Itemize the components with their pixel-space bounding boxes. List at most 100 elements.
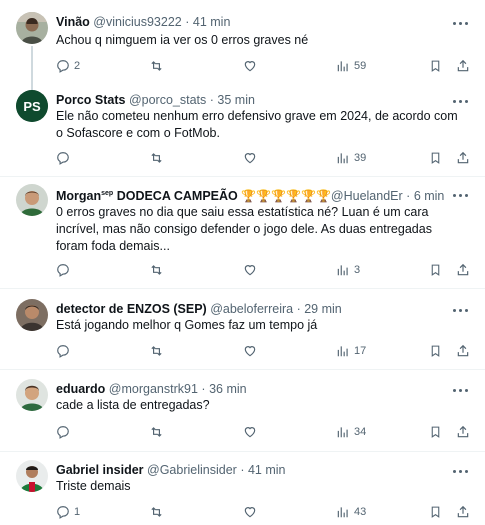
- retweet-icon: [151, 265, 162, 275]
- author-name[interactable]: Gabriel insider: [56, 463, 144, 477]
- share-button[interactable]: [456, 341, 470, 361]
- avatar-gabriel-insider[interactable]: [16, 460, 48, 492]
- author-handle[interactable]: @abeloferreira: [210, 302, 293, 316]
- author-name[interactable]: Vinão: [56, 15, 90, 29]
- more-icon[interactable]: [453, 16, 469, 30]
- tweet-header: Vinão @vinicius93222 · 41 min: [56, 12, 445, 32]
- like-icon: [244, 346, 256, 357]
- more-icon[interactable]: [453, 383, 469, 397]
- svg-text:PS: PS: [23, 99, 41, 114]
- share-button[interactable]: [456, 148, 470, 168]
- author-name[interactable]: Morgansep DODECA CAMPEÃO: [56, 189, 238, 203]
- reply-icon: [57, 345, 69, 358]
- share-button[interactable]: [456, 56, 470, 76]
- more-icon[interactable]: [453, 464, 469, 478]
- retweet-button[interactable]: [149, 341, 164, 361]
- views-icon: [337, 265, 348, 276]
- author-handle[interactable]: @Gabrielinsider: [147, 463, 237, 477]
- bookmark-icon: [431, 506, 440, 518]
- retweet-button[interactable]: [149, 422, 164, 442]
- trophy-emojis: 🏆🏆🏆🏆🏆🏆: [241, 189, 331, 204]
- retweet-button[interactable]: [149, 56, 164, 76]
- like-button[interactable]: [243, 260, 257, 280]
- author-name[interactable]: detector de ENZOS (SEP): [56, 302, 207, 316]
- like-button[interactable]: [243, 341, 257, 361]
- like-button[interactable]: [243, 56, 257, 76]
- views-button[interactable]: 17: [336, 341, 366, 361]
- timestamp[interactable]: 41 min: [193, 15, 231, 29]
- reply-button[interactable]: 1: [56, 502, 80, 522]
- views-button[interactable]: 34: [336, 422, 366, 442]
- timestamp[interactable]: 36 min: [209, 382, 247, 396]
- like-button[interactable]: [243, 502, 257, 522]
- reply-button[interactable]: 2: [56, 56, 80, 76]
- avatar-porco-stats[interactable]: PS: [16, 90, 48, 122]
- retweet-button[interactable]: [149, 260, 164, 280]
- tweet-header: eduardo @morganstrk91 · 36 min: [56, 379, 445, 399]
- divider: [0, 451, 485, 452]
- reply-button[interactable]: [56, 148, 70, 168]
- action-bar: 39: [56, 148, 471, 168]
- share-icon: [457, 505, 469, 518]
- share-icon: [457, 344, 469, 357]
- avatar-vinao[interactable]: [16, 12, 48, 44]
- reply-button[interactable]: [56, 260, 70, 280]
- author-handle[interactable]: @vinicius93222: [93, 15, 181, 29]
- retweet-button[interactable]: [149, 502, 164, 522]
- separator: ·: [209, 93, 214, 107]
- more-icon[interactable]: [453, 303, 469, 317]
- share-button[interactable]: [456, 422, 470, 442]
- views-button[interactable]: 39: [336, 148, 366, 168]
- like-icon: [244, 61, 256, 72]
- author-name[interactable]: Porco Stats: [56, 93, 125, 107]
- tweet-header: Porco Stats @porco_stats · 35 min: [56, 90, 445, 110]
- views-button[interactable]: 59: [336, 56, 366, 76]
- bookmark-button[interactable]: [429, 422, 442, 442]
- reply-icon: [57, 60, 69, 73]
- timestamp[interactable]: 41 min: [248, 463, 286, 477]
- reply-count: 1: [74, 506, 81, 518]
- retweet-icon: [151, 153, 162, 163]
- views-button[interactable]: 43: [336, 502, 366, 522]
- bookmark-button[interactable]: [429, 341, 442, 361]
- views-button[interactable]: 3: [336, 260, 360, 280]
- retweet-icon: [151, 507, 162, 517]
- like-button[interactable]: [243, 148, 257, 168]
- user-photo-icon: [16, 299, 48, 331]
- tweet-text: cade a lista de entregadas?: [56, 398, 210, 412]
- like-icon: [244, 507, 256, 518]
- author-name[interactable]: eduardo: [56, 382, 105, 396]
- reply-button[interactable]: [56, 341, 70, 361]
- reply-icon: [57, 506, 69, 519]
- retweet-button[interactable]: [149, 148, 164, 168]
- bookmark-button[interactable]: [429, 148, 442, 168]
- timestamp[interactable]: 35 min: [217, 93, 255, 107]
- reply-button[interactable]: [56, 422, 70, 442]
- avatar-eduardo[interactable]: [16, 379, 48, 411]
- more-icon[interactable]: [453, 94, 469, 108]
- action-bar: 3: [56, 260, 471, 280]
- action-bar: 34: [56, 422, 471, 442]
- bookmark-icon: [431, 264, 440, 276]
- share-icon: [457, 425, 469, 438]
- bookmark-icon: [431, 426, 440, 438]
- timestamp[interactable]: 6 min: [414, 189, 445, 203]
- user-photo-icon: [16, 12, 48, 44]
- more-icon[interactable]: [453, 188, 469, 202]
- author-handle[interactable]: @morganstrk91: [109, 382, 198, 396]
- timestamp[interactable]: 29 min: [304, 302, 342, 316]
- share-button[interactable]: [456, 260, 470, 280]
- retweet-icon: [151, 427, 162, 437]
- tweet-text: Ele não cometeu nenhum erro defensivo gr…: [56, 109, 458, 140]
- reply-icon: [57, 152, 69, 165]
- avatar-detector-de-enzos[interactable]: [16, 299, 48, 331]
- like-button[interactable]: [243, 422, 257, 442]
- bookmark-button[interactable]: [429, 56, 442, 76]
- bookmark-button[interactable]: [429, 502, 442, 522]
- avatar-morgan[interactable]: [16, 184, 48, 216]
- author-handle[interactable]: @porco_stats: [129, 93, 206, 107]
- bookmark-button[interactable]: [429, 260, 442, 280]
- action-bar: 2 59: [56, 56, 471, 76]
- share-button[interactable]: [456, 502, 470, 522]
- author-handle[interactable]: @HuelandEr: [331, 189, 403, 203]
